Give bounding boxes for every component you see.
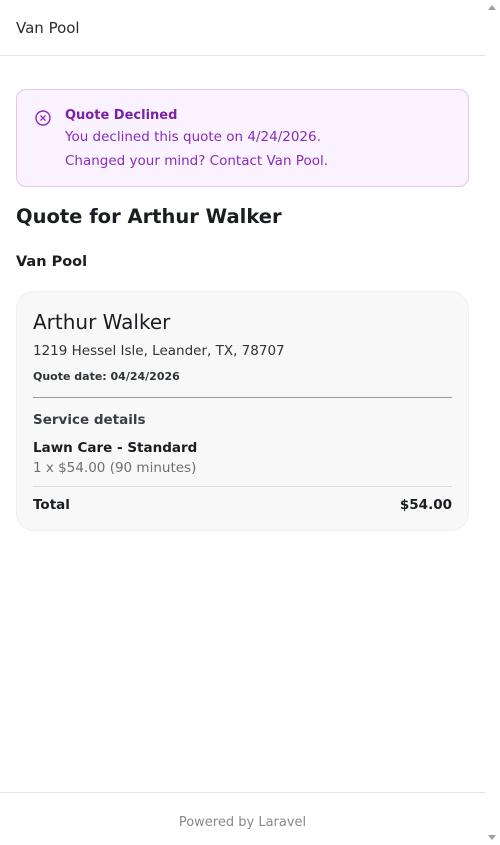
contact-link[interactable]: Changed your mind? Contact Van Pool.: [65, 151, 454, 171]
client-name: Arthur Walker: [33, 310, 171, 334]
line-item-name: Lawn Care - Standard: [33, 440, 198, 456]
page-title: Quote for Arthur Walker: [16, 205, 282, 228]
alert-title: Quote Declined: [65, 108, 178, 123]
footer: Powered by Laravel: [0, 792, 485, 845]
scroll-up-arrow-icon[interactable]: [488, 5, 496, 10]
powered-by-text: Powered by Laravel: [178, 815, 307, 830]
divider: [33, 486, 452, 487]
total-label: Total: [33, 497, 70, 513]
quote-declined-alert: Quote Declined You declined this quote o…: [16, 89, 469, 187]
page: Van Pool Quote Declined You declined thi…: [0, 0, 485, 845]
top-bar: Van Pool: [0, 0, 485, 56]
client-address: 1219 Hessel Isle, Leander, TX, 78707: [33, 343, 285, 359]
total-value: $54.00: [399, 497, 452, 513]
divider: [33, 397, 452, 398]
x-circle-icon: [35, 110, 51, 126]
quote-date: Quote date: 04/24/2026: [33, 370, 180, 383]
company-name: Van Pool: [16, 254, 88, 270]
line-item-detail: 1 x $54.00 (90 minutes): [33, 460, 197, 476]
alert-message: You declined this quote on 4/24/2026.: [65, 129, 321, 145]
service-details-heading: Service details: [33, 412, 146, 428]
quote-card: Arthur Walker 1219 Hessel Isle, Leander,…: [16, 291, 469, 531]
brand-name: Van Pool: [16, 18, 80, 37]
scroll-down-arrow-icon[interactable]: [488, 835, 496, 840]
vertical-scrollbar[interactable]: [485, 0, 500, 845]
